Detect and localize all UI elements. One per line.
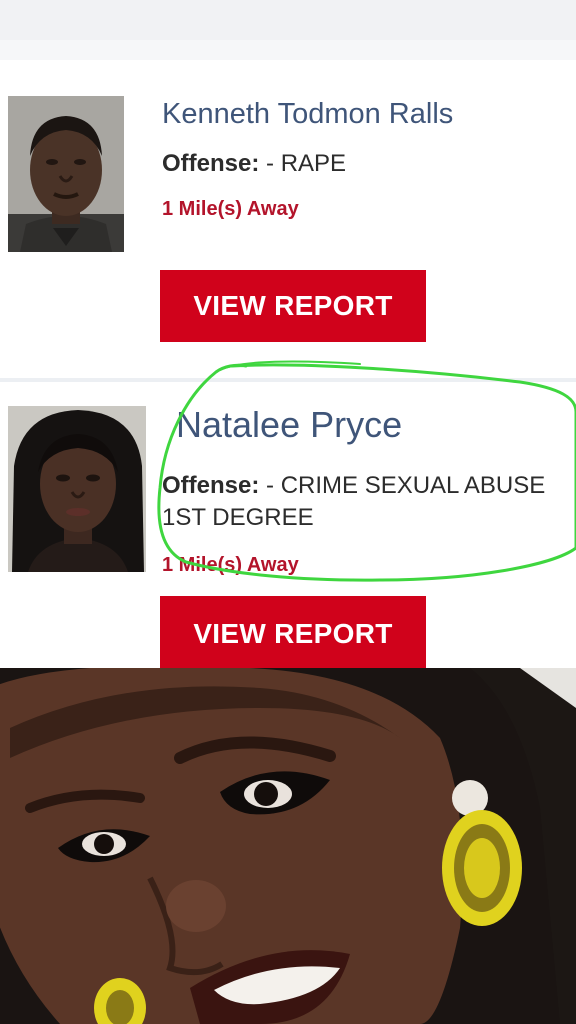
portrait-photo (0, 668, 576, 1024)
offense-value: - RAPE (259, 150, 347, 177)
offense-line: Offense: - CRIME SEXUAL ABUSE 1ST DEGREE (162, 470, 576, 534)
offender-mugshot (8, 406, 146, 572)
view-report-button[interactable]: VIEW REPORT (160, 270, 426, 342)
offense-label: Offense: (162, 150, 260, 177)
distance-text: 1 Mile(s) Away (162, 554, 299, 576)
offense-line: Offense: - RAPE (162, 148, 346, 180)
view-report-button[interactable]: VIEW REPORT (160, 596, 426, 672)
offender-name[interactable]: Natalee Pryce (176, 404, 402, 446)
distance-text: 1 Mile(s) Away (162, 198, 299, 220)
top-bar (0, 0, 576, 40)
offender-mugshot (8, 96, 124, 252)
offender-name[interactable]: Kenneth Todmon Ralls (162, 98, 453, 131)
offender-listing: Natalee Pryce Offense: - CRIME SEXUAL AB… (0, 382, 576, 672)
offense-label: Offense: (162, 472, 260, 499)
offender-listing: Kenneth Todmon Ralls Offense: - RAPE 1 M… (0, 60, 576, 378)
